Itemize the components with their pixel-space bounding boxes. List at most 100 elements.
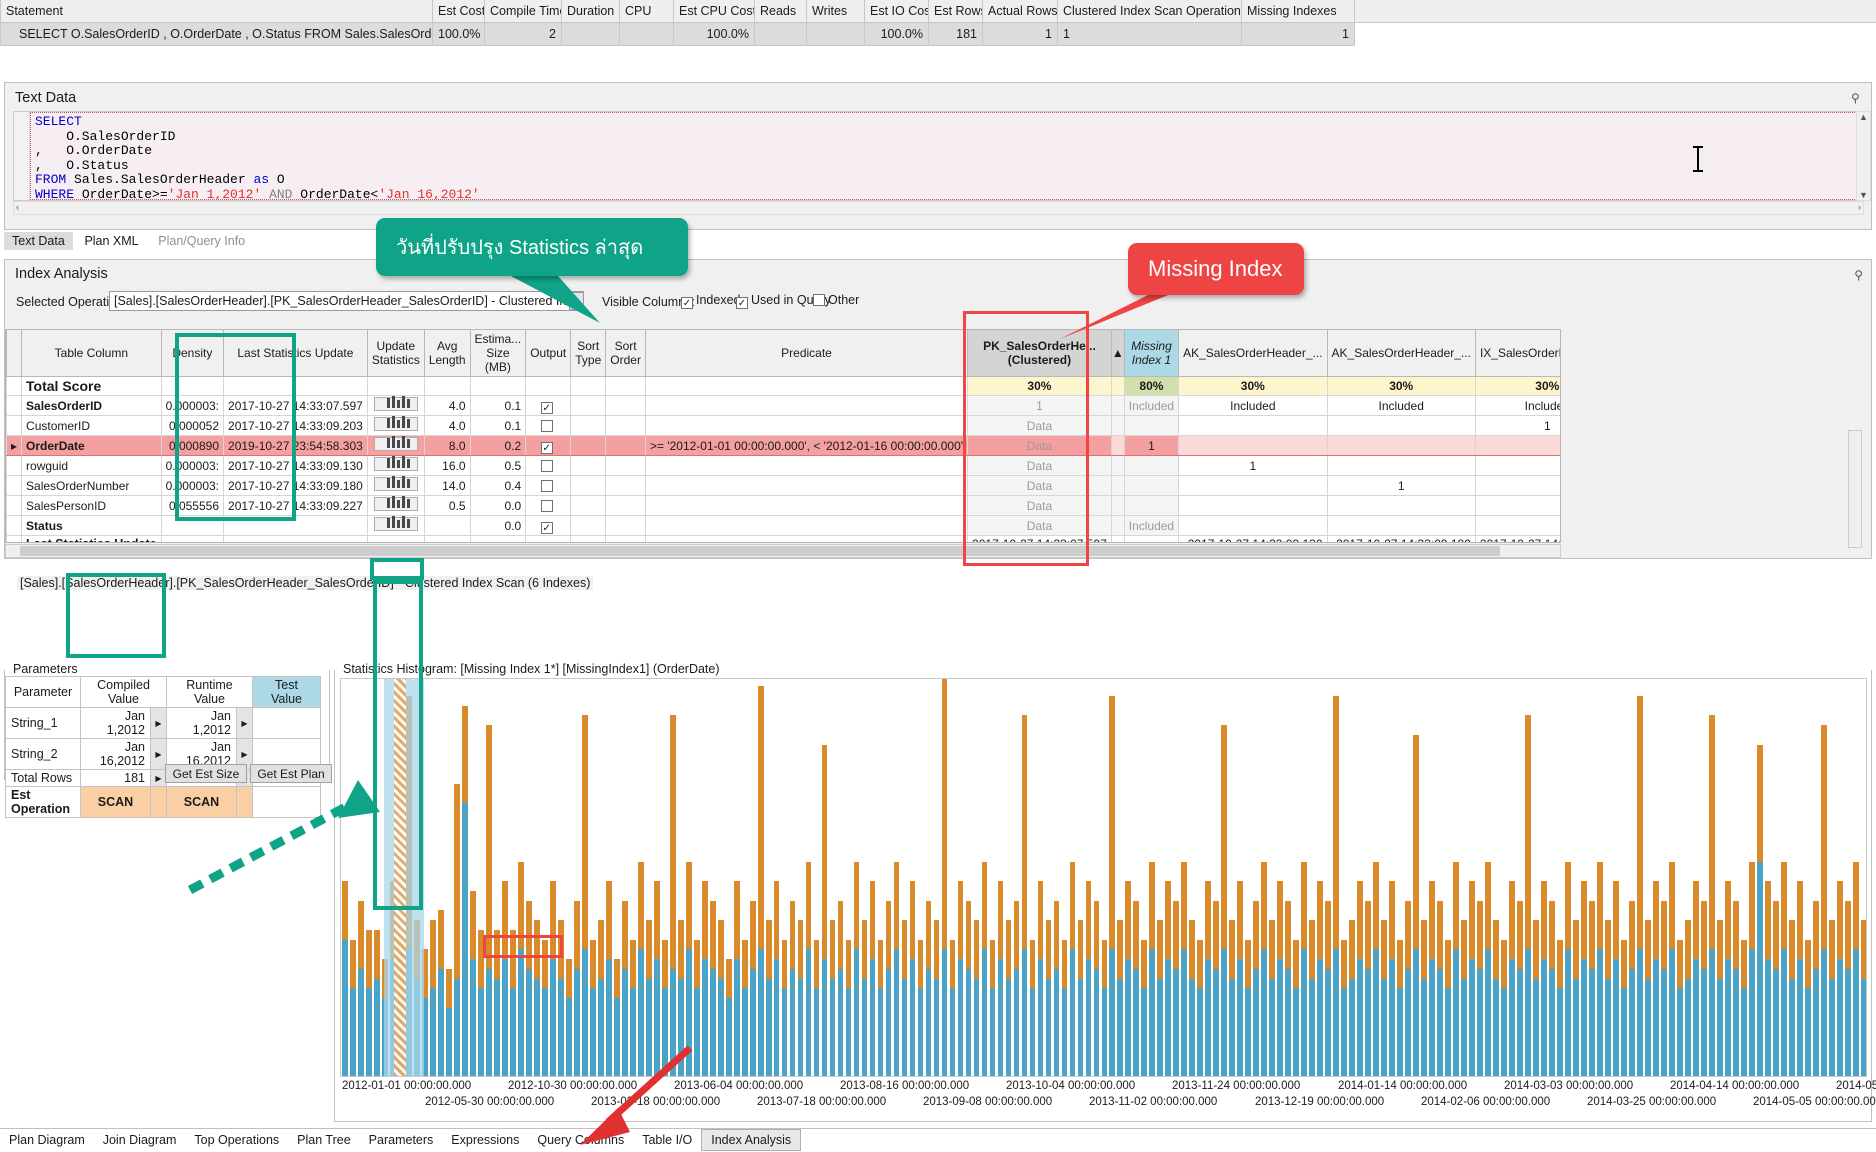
tab-plan-xml[interactable]: Plan XML [76, 232, 146, 250]
checkbox-empty-icon[interactable] [541, 500, 553, 512]
cell-density: 0.000003: [161, 396, 223, 416]
runtime-value: Jan 1,2012 [167, 708, 237, 739]
footer-blank [606, 536, 646, 544]
compiled-value: Jan 1,2012 [81, 708, 151, 739]
tab-text-data[interactable]: Text Data [4, 232, 73, 250]
col-output[interactable]: Output [526, 330, 571, 377]
sql-editor[interactable]: SELECT O.SalesOrderID, O.OrderDate, O.St… [13, 111, 1864, 201]
col-est-rows[interactable]: Est Rows [929, 0, 983, 22]
table-row[interactable]: SalesOrderID0.000003:2017-10-27 14:33:07… [7, 396, 1562, 416]
col-writes[interactable]: Writes [807, 0, 865, 22]
col-clustered-index-scan-ops[interactable]: Clustered Index Scan Operations [1058, 0, 1242, 22]
col-ix-1[interactable]: IX_SalesOrderHeader_... [1475, 330, 1561, 377]
col-ak-2[interactable]: AK_SalesOrderHeader_... [1327, 330, 1475, 377]
col-sort-order[interactable]: Sort Order [606, 330, 646, 377]
col-est-cost[interactable]: Est Cost % [433, 0, 485, 22]
col-parameter[interactable]: Parameter [6, 677, 81, 708]
index-grid-horizontal-scrollbar[interactable] [5, 544, 1561, 558]
checkbox-empty-icon[interactable] [541, 480, 553, 492]
col-predicate[interactable]: Predicate [645, 330, 967, 377]
col-est-cpu-cost[interactable]: Est CPU Cost % [674, 0, 755, 22]
cell-output: ✓ [526, 516, 571, 536]
cell-statement: SELECT O.SalesOrderID , O.OrderDate , O.… [1, 22, 433, 45]
sql-horizontal-scrollbar[interactable]: ‹ › [13, 201, 1864, 215]
check-icon[interactable]: ✓ [541, 402, 553, 414]
col-est-io-cost[interactable]: Est IO Cost % [865, 0, 929, 22]
footer-ix-1: 2017-10-27 14:33:09.203 [1475, 536, 1561, 544]
test-value[interactable] [253, 708, 321, 739]
col-cpu[interactable]: CPU [620, 0, 674, 22]
col-ak-1[interactable]: AK_SalesOrderHeader_... [1179, 330, 1327, 377]
col-density[interactable]: Density [161, 330, 223, 377]
cell-last-statistics-update: 2019-10-27 23:54:58.303 [224, 436, 368, 456]
runtime-spinner-button[interactable]: ▶ [237, 708, 253, 739]
cell-sort-spacer [1111, 476, 1124, 496]
col-estimated-size[interactable]: Estima... Size (MB) [470, 330, 526, 377]
checkbox-other[interactable]: Other [813, 293, 859, 307]
col-missing-indexes[interactable]: Missing Indexes [1242, 0, 1355, 22]
histogram-icon[interactable] [374, 477, 418, 491]
tab-plan-query-info[interactable]: Plan/Query Info [150, 232, 253, 250]
cell-sort-type [571, 516, 606, 536]
sql-vertical-scrollbar[interactable]: ▲ ▼ [1856, 111, 1871, 201]
cell-output [526, 377, 571, 396]
table-row[interactable]: ▸OrderDate0.0008902019-10-27 23:54:58.30… [7, 436, 1562, 456]
histogram-icon[interactable] [374, 517, 418, 531]
check-icon[interactable]: ✓ [541, 442, 553, 454]
total-score-ak2: 30% [1327, 377, 1475, 396]
parameter-name: Est Operation [6, 787, 81, 818]
checkbox-empty-icon[interactable] [541, 420, 553, 432]
check-icon[interactable]: ✓ [541, 522, 553, 534]
col-avg-length[interactable]: Avg Length [424, 330, 470, 377]
sql-code-text[interactable]: SELECT O.SalesOrderID, O.OrderDate, O.St… [30, 112, 1863, 200]
table-row[interactable]: SalesOrderNumber0.000003:2017-10-27 14:3… [7, 476, 1562, 496]
parameter-row[interactable]: String_1Jan 1,2012▶Jan 1,2012▶ [6, 708, 321, 739]
cell-ix-1 [1475, 456, 1561, 476]
table-row[interactable]: SalesPersonID0.0555562017-10-27 14:33:09… [7, 496, 1562, 516]
total-score-label: Total Score [22, 377, 162, 396]
table-row[interactable]: SELECT O.SalesOrderID , O.OrderDate , O.… [1, 22, 1876, 45]
col-update-statistics[interactable]: Update Statistics [367, 330, 424, 377]
col-sort-type[interactable]: Sort Type [571, 330, 606, 377]
col-test-value[interactable]: Test Value [253, 677, 321, 708]
histogram-icon[interactable] [374, 417, 418, 431]
pin-icon[interactable]: ⚲ [1851, 91, 1863, 103]
pin-icon[interactable]: ⚲ [1854, 268, 1863, 282]
col-statement[interactable]: Statement [1, 0, 433, 22]
statistics-histogram-chart[interactable] [340, 678, 1867, 1077]
table-row[interactable]: Status0.0✓DataIncluded [7, 516, 1562, 536]
checkbox-indexed[interactable]: ✓Indexed [681, 293, 740, 309]
col-compiled-value[interactable]: Compiled Value [81, 677, 167, 708]
table-row[interactable]: CustomerID0.0000522017-10-27 14:33:09.20… [7, 416, 1562, 436]
histogram-icon[interactable] [374, 397, 418, 411]
total-score-ak1: 30% [1179, 377, 1327, 396]
col-compile-time[interactable]: Compile Time [485, 0, 562, 22]
col-table-column[interactable]: Table Column [22, 330, 162, 377]
index-grid-vertical-scrollbar[interactable] [1848, 430, 1862, 548]
tab-top-operations[interactable]: Top Operations [185, 1130, 288, 1150]
cell-predicate [645, 496, 967, 516]
footer-missing-index-1 [1124, 536, 1178, 544]
cell-sort-spacer [1111, 456, 1124, 476]
col-reads[interactable]: Reads [755, 0, 807, 22]
col-actual-rows[interactable]: Actual Rows [983, 0, 1058, 22]
tab-plan-tree[interactable]: Plan Tree [288, 1130, 360, 1150]
histogram-icon[interactable] [374, 497, 418, 511]
checkbox-empty-icon[interactable] [541, 460, 553, 472]
col-duration[interactable]: Duration [562, 0, 620, 22]
histogram-icon[interactable] [374, 437, 418, 451]
tab-index-analysis[interactable]: Index Analysis [701, 1129, 801, 1151]
tab-parameters[interactable]: Parameters [360, 1130, 443, 1150]
col-last-statistics-update[interactable]: Last Statistics Update [224, 330, 368, 377]
cell-update-statistics [367, 516, 424, 536]
tab-plan-diagram[interactable]: Plan Diagram [0, 1130, 94, 1150]
tab-join-diagram[interactable]: Join Diagram [94, 1130, 186, 1150]
x-axis-tick: 2014-05-26 00:00:00.000 [1836, 1080, 1876, 1092]
col-runtime-value[interactable]: Runtime Value [167, 677, 253, 708]
compiled-spinner-button[interactable]: ▶ [151, 708, 167, 739]
histogram-icon[interactable] [374, 457, 418, 471]
index-analysis-grid[interactable]: Table Column Density Last Statistics Upd… [5, 329, 1561, 543]
cell-ak-2: Included [1327, 396, 1475, 416]
tab-expressions[interactable]: Expressions [442, 1130, 528, 1150]
table-row[interactable]: rowguid0.000003:2017-10-27 14:33:09.1301… [7, 456, 1562, 476]
